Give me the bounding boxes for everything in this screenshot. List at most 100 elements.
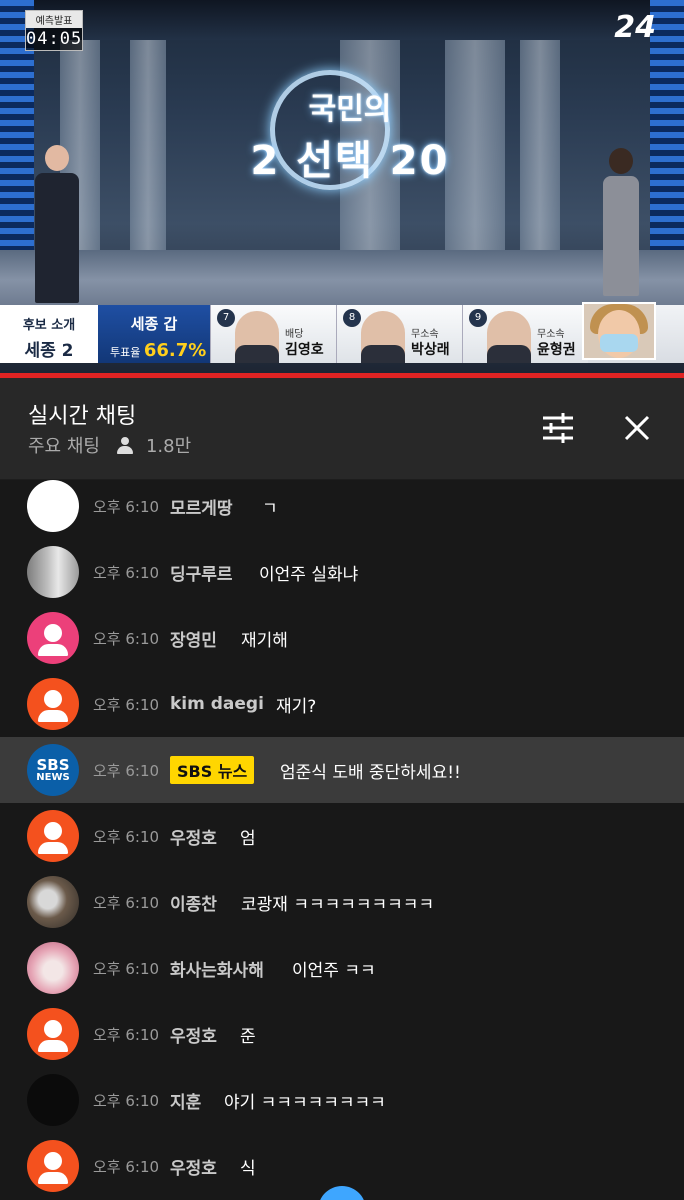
message-time: 오후 6:10	[93, 563, 160, 582]
message-author[interactable]: 우정호	[170, 1154, 217, 1179]
candidate-name: 박상래	[411, 342, 450, 358]
chat-settings-button[interactable]	[538, 408, 578, 448]
chat-message: 오후 6:10 지훈 야기 ㅋㅋㅋㅋㅋㅋㅋㅋ	[0, 1067, 684, 1133]
district-box: 세종 갑 투표율 66.7%	[98, 305, 210, 363]
candidate-intro-label: 후보 소개	[22, 318, 76, 333]
message-text: 이언주 실화냐	[259, 564, 359, 585]
sbs-news-avatar[interactable]: SBS NEWS	[27, 744, 79, 796]
chat-header: 실시간 채팅 주요 채팅 1.8만	[0, 378, 684, 480]
person-icon	[27, 678, 79, 730]
user-avatar[interactable]	[27, 1140, 79, 1192]
user-avatar[interactable]	[27, 1008, 79, 1060]
election-logo: 국민의 2 선택 20	[220, 75, 480, 195]
message-author[interactable]: kim daegi	[170, 694, 264, 714]
message-author[interactable]: 우정호	[170, 824, 217, 849]
forecast-time-badge: 예측발표 04:05	[25, 10, 83, 51]
forecast-label: 예측발표	[26, 11, 82, 28]
forecast-time: 04:05	[26, 29, 83, 49]
chat-mode-label: 주요 채팅	[28, 436, 100, 457]
message-author[interactable]: 우정호	[170, 1022, 217, 1047]
message-text: 야기 ㅋㅋㅋㅋㅋㅋㅋㅋ	[224, 1092, 386, 1113]
message-text: 코광재 ㅋㅋㅋㅋㅋㅋㅋㅋㅋ	[241, 894, 435, 915]
sbs-avatar-line1: SBS	[36, 755, 70, 774]
candidate-photo	[235, 311, 279, 363]
message-author[interactable]: 화사는화사해	[170, 956, 264, 981]
close-chat-button[interactable]	[617, 408, 657, 448]
election-logo-line1: 국민의	[308, 92, 392, 127]
message-author[interactable]: 모르게땅	[170, 494, 233, 519]
candidate-number: 8	[343, 309, 361, 327]
chat-message: 오후 6:10 장영민 재기해	[0, 605, 684, 671]
message-time: 오후 6:10	[93, 629, 160, 648]
studio-pillar	[520, 40, 560, 260]
election-logo-line2: 2 선택 20	[250, 138, 450, 184]
message-time: 오후 6:10	[93, 695, 160, 714]
turnout-label: 투표율	[110, 346, 141, 359]
candidate-name: 윤형권	[537, 342, 576, 358]
user-avatar[interactable]	[27, 942, 79, 994]
message-author[interactable]: 딩구루르	[170, 560, 233, 585]
message-author[interactable]: 이종찬	[170, 890, 217, 915]
user-avatar[interactable]	[27, 480, 79, 532]
close-icon	[624, 415, 650, 441]
candidate-name: 김영호	[285, 342, 324, 358]
candidate-party: 무소속	[537, 329, 565, 340]
tune-icon	[543, 413, 573, 443]
person-icon	[27, 1140, 79, 1192]
message-text: 엄준식 도배 중단하세요!!	[280, 762, 461, 783]
turnout-value: 66.7%	[143, 340, 207, 361]
message-text: ㄱ	[262, 498, 278, 519]
message-text: 재기?	[276, 696, 317, 717]
candidate-card: 8 무소속 박상래	[336, 305, 462, 363]
chat-message: 오후 6:10 화사는화사해 이언주 ㅋㅋ	[0, 935, 684, 1001]
sbs-avatar-line2: NEWS	[36, 771, 70, 783]
message-text: 준	[240, 1026, 256, 1047]
message-text: 재기해	[241, 630, 288, 651]
channel-logo: 24	[614, 10, 656, 45]
video-player[interactable]: 국민의 2 선택 20 예측발표 04:05 24 후보 소개 세종 2 세종 …	[0, 0, 684, 373]
message-author[interactable]: 지훈	[170, 1088, 201, 1113]
user-avatar[interactable]	[27, 876, 79, 928]
chat-message: 오후 6:10 이종찬 코광재 ㅋㅋㅋㅋㅋㅋㅋㅋㅋ	[0, 869, 684, 935]
person-icon	[116, 436, 134, 454]
candidate-card: 7 배당 김영호	[210, 305, 336, 363]
candidate-photo	[487, 311, 531, 363]
user-avatar[interactable]	[27, 1074, 79, 1126]
candidate-photo	[361, 311, 405, 363]
candidate-party: 배당	[285, 329, 304, 340]
chat-message: 오후 6:10 우정호 준	[0, 1001, 684, 1067]
studio-floor	[0, 250, 684, 310]
person-icon	[27, 810, 79, 862]
chat-mode-selector[interactable]: 주요 채팅 1.8만	[28, 432, 191, 458]
message-text: 엄	[240, 828, 256, 849]
candidate-intro-district: 세종 2	[24, 341, 74, 361]
district-name: 세종 갑	[130, 315, 178, 333]
message-time: 오후 6:10	[93, 497, 160, 516]
message-time: 오후 6:10	[93, 1025, 160, 1044]
message-text: 식	[240, 1158, 256, 1179]
chat-message: 오후 6:10 kim daegi 재기?	[0, 671, 684, 737]
candidate-card: 9 무소속 윤형권	[462, 305, 588, 363]
chat-message-highlighted: SBS NEWS 오후 6:10 SBS 뉴스 엄준식 도배 중단하세요!!	[0, 737, 684, 803]
male-anchor	[32, 145, 82, 303]
candidate-number: 9	[469, 309, 487, 327]
message-time: 오후 6:10	[93, 893, 160, 912]
user-avatar[interactable]	[27, 810, 79, 862]
message-author[interactable]: 장영민	[170, 626, 217, 651]
owner-author-chip[interactable]: SBS 뉴스	[170, 756, 255, 784]
chat-message-list[interactable]: 오후 6:10 모르게땅 ㄱ 오후 6:10 딩구루르 이언주 실화냐 오후 6…	[0, 480, 684, 1200]
user-avatar[interactable]	[27, 546, 79, 598]
message-time: 오후 6:10	[93, 827, 160, 846]
message-time: 오후 6:10	[93, 959, 160, 978]
user-avatar[interactable]	[27, 612, 79, 664]
candidate-intro-box: 후보 소개 세종 2	[0, 305, 98, 363]
viewer-count: 1.8만	[145, 436, 192, 457]
studio-pillar	[130, 40, 166, 260]
person-icon	[27, 1008, 79, 1060]
chat-title: 실시간 채팅	[28, 404, 137, 429]
turnout: 투표율 66.7%	[110, 340, 210, 361]
chat-message: 오후 6:10 모르게땅 ㄱ	[0, 480, 684, 539]
user-avatar[interactable]	[27, 678, 79, 730]
female-anchor	[598, 148, 644, 296]
sign-language-pip	[582, 302, 656, 360]
